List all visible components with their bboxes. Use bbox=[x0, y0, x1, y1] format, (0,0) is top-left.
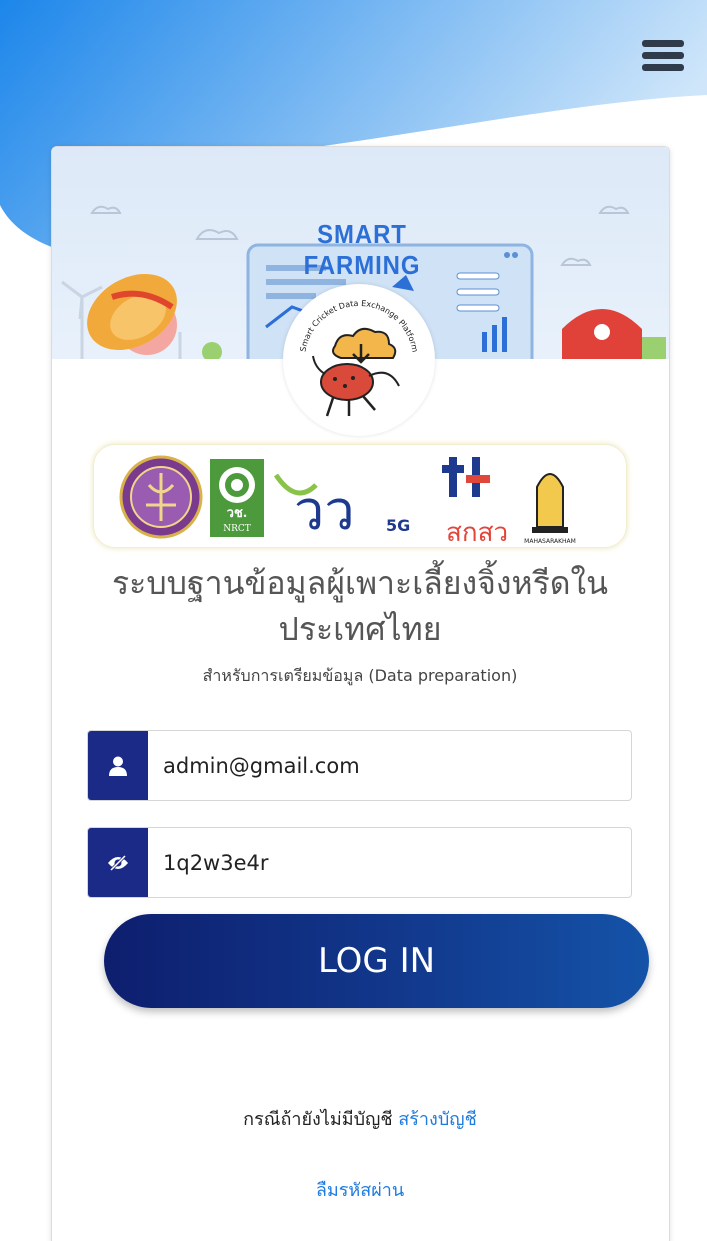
tsri-label: สกสว bbox=[446, 518, 508, 548]
signup-prompt: กรณีถ้ายังไม่มีบัญชี สร้างบัญชี bbox=[60, 1104, 660, 1133]
platform-logo: Smart Cricket Data Exchange Platform bbox=[283, 284, 435, 436]
cricket-logo-icon: Smart Cricket Data Exchange Platform bbox=[299, 299, 420, 417]
partner-logos-graphic: วช. NRCT วว 5G สกสว MAHASARAKHAM bbox=[119, 455, 576, 548]
user-icon bbox=[88, 731, 148, 800]
password-field[interactable] bbox=[87, 827, 632, 898]
partner-logos: วช. NRCT วว 5G สกสว MAHASARAKHAM bbox=[93, 444, 627, 548]
university-label: MAHASARAKHAM bbox=[524, 538, 576, 545]
hamburger-menu-icon[interactable] bbox=[642, 40, 684, 74]
page-subtitle: สำหรับการเตรียมข้อมูล (Data preparation) bbox=[202, 666, 518, 685]
eye-slash-icon[interactable] bbox=[88, 828, 148, 897]
email-input[interactable] bbox=[163, 731, 623, 800]
page-title: ระบบฐานข้อมูลผู้เพาะเลี้ยงจิ้งหรีดในประเ… bbox=[111, 564, 609, 648]
banner-title: SMART FARMING bbox=[303, 219, 421, 280]
no-account-text: กรณีถ้ายังไม่มีบัญชี bbox=[243, 1109, 393, 1130]
fund-5g-text: 5G bbox=[386, 516, 410, 535]
login-button[interactable]: LOG IN bbox=[104, 914, 649, 1008]
nrct-sub: NRCT bbox=[223, 524, 251, 534]
nrct-label: วช. bbox=[227, 506, 248, 521]
forgot-password-link[interactable]: ลืมรหัสผ่าน bbox=[260, 1175, 460, 1204]
password-input[interactable] bbox=[163, 828, 623, 897]
email-field[interactable] bbox=[87, 730, 632, 801]
fund-mark-text: วว bbox=[294, 479, 355, 542]
create-account-link[interactable]: สร้างบัญชี bbox=[398, 1109, 477, 1130]
